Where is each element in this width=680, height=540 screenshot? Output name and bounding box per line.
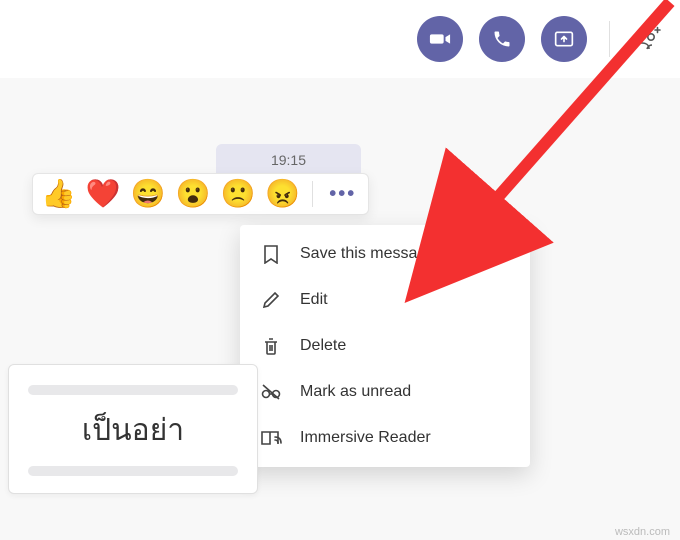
add-people-button[interactable] <box>632 24 662 54</box>
pencil-icon <box>260 289 282 311</box>
screenshare-icon <box>554 29 574 49</box>
message-timestamp: 19:15 <box>271 152 306 168</box>
more-actions-button[interactable]: ••• <box>325 183 360 206</box>
reaction-bar: 👍 ❤️ 😄 😮 🙁 😠 ••• <box>32 173 369 215</box>
reaction-heart[interactable]: ❤️ <box>86 180 121 208</box>
screenshare-button[interactable] <box>541 16 587 62</box>
menu-label: Delete <box>300 337 346 355</box>
reaction-like[interactable]: 👍 <box>41 180 76 208</box>
video-icon <box>429 28 451 50</box>
trash-icon <box>260 335 282 357</box>
menu-item-delete[interactable]: Delete <box>240 323 530 369</box>
immersive-reader-icon <box>260 427 282 449</box>
reaction-angry[interactable]: 😠 <box>265 180 300 208</box>
compose-text: เป็นอย่า <box>82 407 184 454</box>
compose-box[interactable]: เป็นอย่า <box>8 364 258 494</box>
menu-label: Mark as unread <box>300 383 411 401</box>
chat-header <box>0 0 680 78</box>
menu-label: Immersive Reader <box>300 429 431 447</box>
video-call-button[interactable] <box>417 16 463 62</box>
menu-item-immersive[interactable]: Immersive Reader <box>240 415 530 461</box>
placeholder-line <box>28 466 238 476</box>
audio-call-button[interactable] <box>479 16 525 62</box>
menu-item-edit[interactable]: Edit <box>240 277 530 323</box>
reaction-sad[interactable]: 🙁 <box>221 180 256 208</box>
menu-label: Edit <box>300 291 328 309</box>
reaction-separator <box>312 181 313 207</box>
watermark: wsxdn.com <box>615 526 670 538</box>
message-context-menu: Save this message Edit Delete Mark as un… <box>240 225 530 467</box>
glasses-slash-icon <box>260 381 282 403</box>
reaction-laugh[interactable]: 😄 <box>131 180 166 208</box>
menu-item-save[interactable]: Save this message <box>240 231 530 277</box>
menu-label: Save this message <box>300 245 435 263</box>
header-divider <box>609 21 610 57</box>
bookmark-icon <box>260 243 282 265</box>
phone-icon <box>492 29 512 49</box>
placeholder-line <box>28 385 238 395</box>
people-icon <box>633 26 661 52</box>
menu-item-mark-unread[interactable]: Mark as unread <box>240 369 530 415</box>
reaction-surprised[interactable]: 😮 <box>176 180 211 208</box>
